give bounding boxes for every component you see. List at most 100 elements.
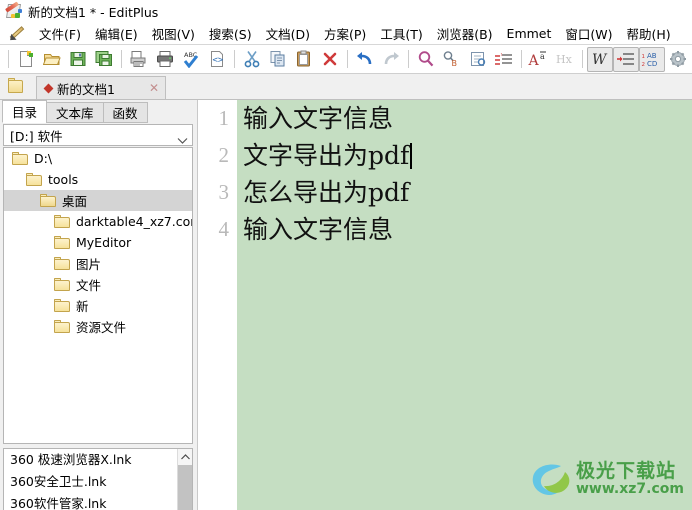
tree-item[interactable]: darktable4_xz7.com bbox=[4, 211, 192, 232]
folder-tree[interactable]: D:\ tools 桌面 darktable4_xz7.com MyEditor 图片 文件… bbox=[3, 147, 193, 444]
close-icon[interactable]: ✕ bbox=[135, 82, 159, 94]
sidebar-tab-directory[interactable]: 目录 bbox=[2, 100, 48, 123]
svg-text:<>: <> bbox=[213, 56, 224, 66]
file-list-item[interactable]: 360 极速浏览器X.lnk bbox=[4, 449, 192, 471]
new-file-icon[interactable] bbox=[13, 47, 39, 72]
toolbar: ABC <> B 1 A a Hx W 1 2 AB CD bbox=[0, 45, 692, 74]
goto-icon[interactable] bbox=[465, 47, 491, 72]
indent-icon[interactable] bbox=[613, 46, 639, 72]
tree-item[interactable]: 桌面 bbox=[4, 190, 192, 211]
menu-item-project[interactable]: 方案(P) bbox=[317, 22, 373, 45]
menu-item-window[interactable]: 窗口(W) bbox=[558, 22, 619, 45]
document-tab[interactable]: 新的文档1 ✕ bbox=[36, 76, 166, 99]
toolbar-separator bbox=[408, 50, 409, 68]
tree-item[interactable]: 文件 bbox=[4, 274, 192, 295]
save-icon[interactable] bbox=[65, 47, 91, 72]
scrollbar-thumb[interactable] bbox=[178, 465, 192, 510]
title-bar: 新的文档1 * - EditPlus bbox=[0, 0, 692, 22]
tree-item-label: 桌面 bbox=[62, 194, 88, 209]
code-line-text: 输入文字信息 bbox=[243, 215, 394, 244]
sidebar-tab-bar: 目录 文本库 函数 bbox=[2, 100, 148, 123]
svg-text:a: a bbox=[540, 52, 545, 61]
delete-icon[interactable] bbox=[317, 47, 343, 72]
toolbar-separator bbox=[347, 50, 348, 68]
code-line-text: 怎么导出为pdf bbox=[243, 178, 410, 207]
redo-icon[interactable] bbox=[378, 47, 404, 72]
tree-item[interactable]: 新 bbox=[4, 295, 192, 316]
menu-item-document[interactable]: 文档(D) bbox=[259, 22, 317, 45]
print-icon[interactable] bbox=[152, 47, 178, 72]
menu-item-view[interactable]: 视图(V) bbox=[145, 22, 202, 45]
line-number: 1 bbox=[218, 106, 230, 130]
code-line[interactable]: 输入文字信息 bbox=[237, 100, 692, 137]
file-list-item[interactable]: 360软件管家.lnk bbox=[4, 493, 192, 510]
sidebar: 目录 文本库 函数 [D:] 软件 D:\ tools 桌面 darktable4_x… bbox=[0, 100, 197, 510]
file-list-item[interactable]: 360安全卫士.lnk bbox=[4, 471, 192, 493]
code-line[interactable]: 输入文字信息 bbox=[237, 211, 692, 248]
tree-item[interactable]: MyEditor bbox=[4, 232, 192, 253]
word-wrap-icon[interactable]: W bbox=[587, 46, 613, 72]
cut-icon[interactable] bbox=[239, 47, 265, 72]
drive-selector-value: [D:] 软件 bbox=[10, 128, 63, 144]
code-text-area[interactable]: 输入文字信息 文字导出为pdf 怎么导出为pdf 输入文字信息 bbox=[237, 100, 692, 510]
spell-check-icon[interactable]: ABC bbox=[178, 47, 204, 72]
menu-item-emmet[interactable]: Emmet bbox=[500, 24, 559, 43]
svg-text:1: 1 bbox=[501, 52, 504, 57]
open-file-icon[interactable] bbox=[39, 47, 65, 72]
code-line-text: 文字导出为pdf bbox=[243, 141, 410, 170]
svg-text:A: A bbox=[528, 53, 540, 68]
scroll-up-arrow-icon[interactable] bbox=[178, 449, 192, 464]
tree-item-label: 新 bbox=[76, 299, 89, 314]
tree-item[interactable]: 图片 bbox=[4, 253, 192, 274]
editplus-window: 新的文档1 * - EditPlus 文件(F) 编辑(E) 视图(V) 搜索(… bbox=[0, 0, 692, 510]
svg-text:1: 1 bbox=[642, 54, 646, 60]
toolbar-separator bbox=[8, 50, 9, 68]
menu-item-search[interactable]: 搜索(S) bbox=[202, 22, 259, 45]
line-number: 4 bbox=[218, 217, 230, 241]
bookmark-icon[interactable]: 1 bbox=[491, 47, 517, 72]
tree-item[interactable]: tools bbox=[4, 169, 192, 190]
tree-item-label: MyEditor bbox=[76, 235, 132, 250]
menu-item-browser[interactable]: 浏览器(B) bbox=[430, 22, 500, 45]
save-all-icon[interactable] bbox=[91, 47, 117, 72]
file-list[interactable]: 360 极速浏览器X.lnk360安全卫士.lnk360软件管家.lnk3cc3… bbox=[3, 448, 193, 510]
tree-item[interactable]: D:\ bbox=[4, 148, 192, 169]
settings-icon[interactable] bbox=[665, 47, 691, 72]
editor-area[interactable]: 1 2 3 4 输入文字信息 文字导出为pdf 怎么导出为pdf 输入文字信息 bbox=[197, 100, 692, 510]
tree-item-label: 资源文件 bbox=[76, 320, 127, 335]
toolbar-separator bbox=[121, 50, 122, 68]
menu-item-tools[interactable]: 工具(T) bbox=[373, 22, 429, 45]
svg-text:AB: AB bbox=[647, 52, 657, 60]
code-line[interactable]: 怎么导出为pdf bbox=[237, 174, 692, 211]
paste-icon[interactable] bbox=[291, 47, 317, 72]
chevron-down-icon bbox=[177, 132, 188, 144]
replace-icon[interactable]: B bbox=[439, 47, 465, 72]
menu-item-help[interactable]: 帮助(H) bbox=[620, 22, 678, 45]
font-icon[interactable]: A a bbox=[526, 47, 552, 72]
toolbar-separator bbox=[582, 50, 583, 68]
svg-text:CD: CD bbox=[647, 60, 657, 68]
sidebar-tab-function[interactable]: 函数 bbox=[102, 102, 148, 123]
line-number: 2 bbox=[218, 143, 230, 167]
toolbar-separator bbox=[234, 50, 235, 68]
find-icon[interactable] bbox=[413, 47, 439, 72]
file-list-scrollbar[interactable] bbox=[177, 449, 192, 510]
svg-text:B: B bbox=[452, 59, 458, 68]
undo-icon[interactable] bbox=[352, 47, 378, 72]
copy-icon[interactable] bbox=[265, 47, 291, 72]
menu-item-file[interactable]: 文件(F) bbox=[32, 22, 88, 45]
folder-icon bbox=[54, 215, 70, 228]
folder-icon bbox=[12, 152, 28, 165]
view-source-icon[interactable]: <> bbox=[204, 47, 230, 72]
menu-item-edit[interactable]: 编辑(E) bbox=[88, 22, 145, 45]
code-line[interactable]: 文字导出为pdf bbox=[237, 137, 692, 174]
sort-icon[interactable]: 1 2 AB CD bbox=[639, 46, 665, 72]
hex-icon[interactable]: Hx bbox=[552, 47, 578, 72]
folder-icon bbox=[54, 320, 70, 333]
svg-text:W: W bbox=[592, 52, 608, 68]
folder-icon[interactable] bbox=[0, 74, 30, 99]
print-preview-icon[interactable] bbox=[126, 47, 152, 72]
tree-item[interactable]: 资源文件 bbox=[4, 316, 192, 337]
drive-selector[interactable]: [D:] 软件 bbox=[3, 124, 193, 146]
sidebar-tab-cliptext[interactable]: 文本库 bbox=[46, 102, 104, 123]
